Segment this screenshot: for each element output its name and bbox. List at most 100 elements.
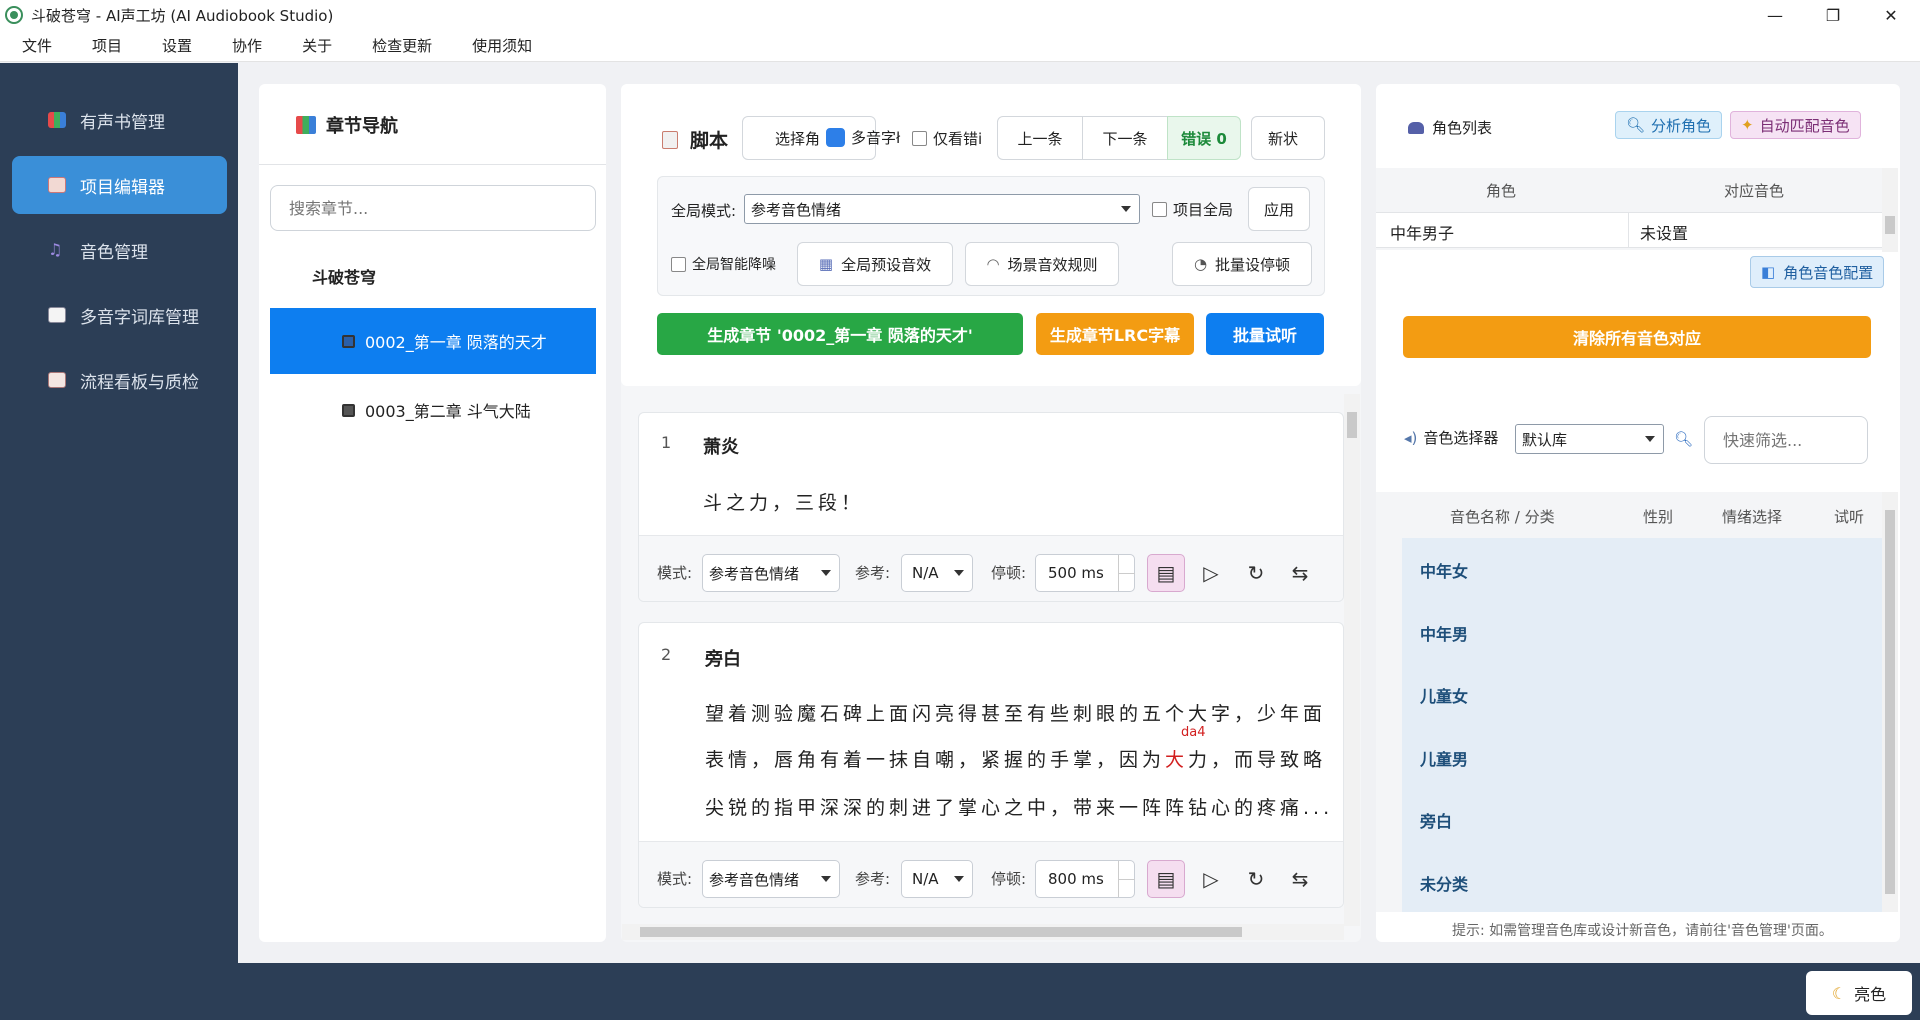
batch-preview-button[interactable]: 批量试听 xyxy=(1206,313,1324,355)
voice-category-item[interactable]: 儿童男 xyxy=(1420,746,1468,770)
col-role-header[interactable]: 角色 xyxy=(1486,180,1516,201)
script-horizontal-scrollbar[interactable] xyxy=(622,924,1344,940)
play-icon[interactable]: ▷ xyxy=(1192,554,1230,592)
maximize-button[interactable]: ❐ xyxy=(1804,0,1862,30)
menu-project[interactable]: 项目 xyxy=(70,35,140,56)
voice-swap-icon[interactable]: ⇆ xyxy=(1281,554,1319,592)
menu-bar: 文件 项目 设置 协作 关于 检查更新 使用须知 xyxy=(0,30,1920,62)
role-name-cell[interactable]: 中年男子 xyxy=(1390,220,1454,244)
voice-category-item[interactable]: 旁白 xyxy=(1420,808,1452,832)
scrollbar-thumb[interactable] xyxy=(1347,412,1357,438)
scene-fx-button[interactable]: ◠ 场景音效规则 xyxy=(965,242,1119,286)
line-mode-select[interactable]: 参考音色情绪 xyxy=(702,554,840,592)
document-icon[interactable]: ▤ xyxy=(1147,860,1185,898)
voice-category-item[interactable]: 儿童女 xyxy=(1420,683,1468,707)
denoise-checkbox[interactable]: 全局智能降噪 xyxy=(671,254,787,274)
analyze-roles-button[interactable]: 🔍︎ 分析角色 xyxy=(1615,111,1723,139)
project-global-checkbox[interactable]: 项目全局 xyxy=(1152,199,1242,220)
polyphone-label: 多音字ł xyxy=(851,129,901,147)
dictionary-icon xyxy=(48,307,66,323)
line-speaker[interactable]: 旁白 xyxy=(705,645,741,671)
theme-toggle-button[interactable]: ☾ 亮色 xyxy=(1806,971,1912,1015)
sidebar-item-label: 音色管理 xyxy=(80,242,148,263)
line-ref-select[interactable]: N/A xyxy=(901,860,973,898)
sidebar-item-voices[interactable]: ♫ 音色管理 xyxy=(12,221,227,279)
menu-settings[interactable]: 设置 xyxy=(140,35,210,56)
script-vertical-scrollbar[interactable] xyxy=(1344,394,1360,926)
error-count-badge[interactable]: 错误 0 xyxy=(1167,116,1241,160)
prev-line-button[interactable]: 上一条 xyxy=(997,116,1083,160)
tree-root-book[interactable]: 斗破苍穹 xyxy=(312,264,376,288)
line-text[interactable]: 望着测验魔石碑上面闪亮得甚至有些刺眼的五个大字，少年面 xyxy=(705,699,1326,726)
col-gender-header[interactable]: 性别 xyxy=(1643,506,1673,527)
col-preview-header[interactable]: 试听 xyxy=(1834,506,1864,527)
role-table-scrollbar[interactable] xyxy=(1882,168,1898,252)
sparkle-icon: ✦ xyxy=(1741,116,1754,134)
col-voice-name-header[interactable]: 音色名称 / 分类 xyxy=(1450,506,1555,527)
line-text[interactable]: 尖锐的指甲深深的刺进了掌心之中，带来一阵阵钻心的疼痛... xyxy=(705,793,1333,820)
sidebar-item-label: 项目编辑器 xyxy=(80,177,165,198)
voice-filter-input[interactable] xyxy=(1704,416,1868,464)
scrollbar-thumb[interactable] xyxy=(640,927,1242,937)
sidebar-item-kanban[interactable]: 流程看板与质检 xyxy=(12,351,227,409)
batch-pause-button[interactable]: ◔ 批量设停顿 xyxy=(1172,242,1312,286)
line-speaker[interactable]: 萧炎 xyxy=(703,433,739,459)
role-voice-config-button[interactable]: ◧ 角色音色配置 xyxy=(1750,256,1885,288)
sidebar-item-editor[interactable]: 项目编辑器 xyxy=(12,156,227,214)
generate-lrc-button[interactable]: 生成章节LRC字幕 xyxy=(1036,313,1194,355)
line-ref-select[interactable]: N/A xyxy=(901,554,973,592)
books-icon xyxy=(48,112,66,128)
refresh-status-button[interactable]: 新状 xyxy=(1251,116,1325,160)
line-text[interactable]: 斗之力，三段！ xyxy=(703,488,864,515)
minimize-button[interactable]: — xyxy=(1746,0,1804,30)
chapter-search-input[interactable] xyxy=(270,185,596,231)
auto-match-voice-button[interactable]: ✦ 自动匹配音色 xyxy=(1730,111,1861,139)
voice-manage-hint: 提示: 如需管理音色库或设计新音色，请前往'音色管理'页面。 xyxy=(1452,923,1833,939)
scrollbar-thumb[interactable] xyxy=(1885,216,1895,234)
denoise-label: 全局智能降噪 xyxy=(692,257,776,273)
menu-usage-notice[interactable]: 使用须知 xyxy=(450,35,550,56)
scrollbar-thumb[interactable] xyxy=(1885,510,1895,894)
polyphone-mark[interactable]: 大 xyxy=(1165,749,1188,771)
sidebar-item-audiobooks[interactable]: 有声书管理 xyxy=(12,91,227,149)
sidebar-item-polyphone[interactable]: 多音字词库管理 xyxy=(12,286,227,344)
global-mode-select[interactable]: 参考音色情绪 xyxy=(744,194,1140,224)
voice-table-scrollbar[interactable] xyxy=(1882,492,1898,912)
ref-label: 参考: xyxy=(855,870,891,888)
menu-file[interactable]: 文件 xyxy=(0,35,70,56)
col-voice-header[interactable]: 对应音色 xyxy=(1724,180,1784,201)
chapter-item[interactable]: 0003_第二章 斗气大陆 xyxy=(270,377,596,443)
polyphone-checkbox[interactable]: 多音字ł xyxy=(826,127,902,148)
regenerate-icon[interactable]: ↻ xyxy=(1237,554,1275,592)
line-text[interactable]: 表情，唇角有着一抹自嘲，紧握的手掌，因为大力，而导致略 xyxy=(705,745,1326,772)
chapter-item[interactable]: 0002_第一章 陨落的天才 xyxy=(270,308,596,374)
clear-voice-mapping-button[interactable]: 清除所有音色对应 xyxy=(1403,316,1871,358)
menu-check-update[interactable]: 检查更新 xyxy=(350,35,450,56)
close-button[interactable]: ✕ xyxy=(1862,0,1920,30)
apply-button[interactable]: 应用 xyxy=(1248,187,1310,231)
document-icon[interactable]: ▤ xyxy=(1147,554,1185,592)
play-icon[interactable]: ▷ xyxy=(1192,860,1230,898)
line-mode-select[interactable]: 参考音色情绪 xyxy=(702,860,840,898)
next-line-button[interactable]: 下一条 xyxy=(1082,116,1168,160)
menu-collab[interactable]: 协作 xyxy=(210,35,280,56)
voice-category-item[interactable]: 未分类 xyxy=(1420,871,1468,895)
generate-chapter-button[interactable]: 生成章节 '0002_第一章 陨落的天才' xyxy=(657,313,1023,355)
script-line-card[interactable]: 1 萧炎 斗之力，三段！ 模式: 参考音色情绪 参考: N/A 停顿: 500 … xyxy=(638,412,1344,602)
voice-library-select[interactable]: 默认库 xyxy=(1515,424,1664,454)
voice-swap-icon[interactable]: ⇆ xyxy=(1281,860,1319,898)
users-icon xyxy=(1408,121,1424,134)
line-pause-stepper[interactable]: 500 ms xyxy=(1035,554,1135,592)
menu-about[interactable]: 关于 xyxy=(280,35,350,56)
voice-category-item[interactable]: 中年男 xyxy=(1420,621,1468,645)
preset-fx-button[interactable]: ▦ 全局预设音效 xyxy=(797,242,953,286)
line-pause-stepper[interactable]: 800 ms xyxy=(1035,860,1135,898)
stepper-arrows[interactable] xyxy=(1118,861,1135,897)
role-voice-cell[interactable]: 未设置 xyxy=(1640,220,1688,244)
script-line-card[interactable]: 2 旁白 望着测验魔石碑上面闪亮得甚至有些刺眼的五个大字，少年面 da4 表情，… xyxy=(638,622,1344,908)
regenerate-icon[interactable]: ↻ xyxy=(1237,860,1275,898)
stepper-arrows[interactable] xyxy=(1118,555,1135,591)
col-emotion-header[interactable]: 情绪选择 xyxy=(1722,506,1782,527)
errors-only-checkbox[interactable]: 仅看错i xyxy=(912,128,988,149)
voice-category-item[interactable]: 中年女 xyxy=(1420,558,1468,582)
